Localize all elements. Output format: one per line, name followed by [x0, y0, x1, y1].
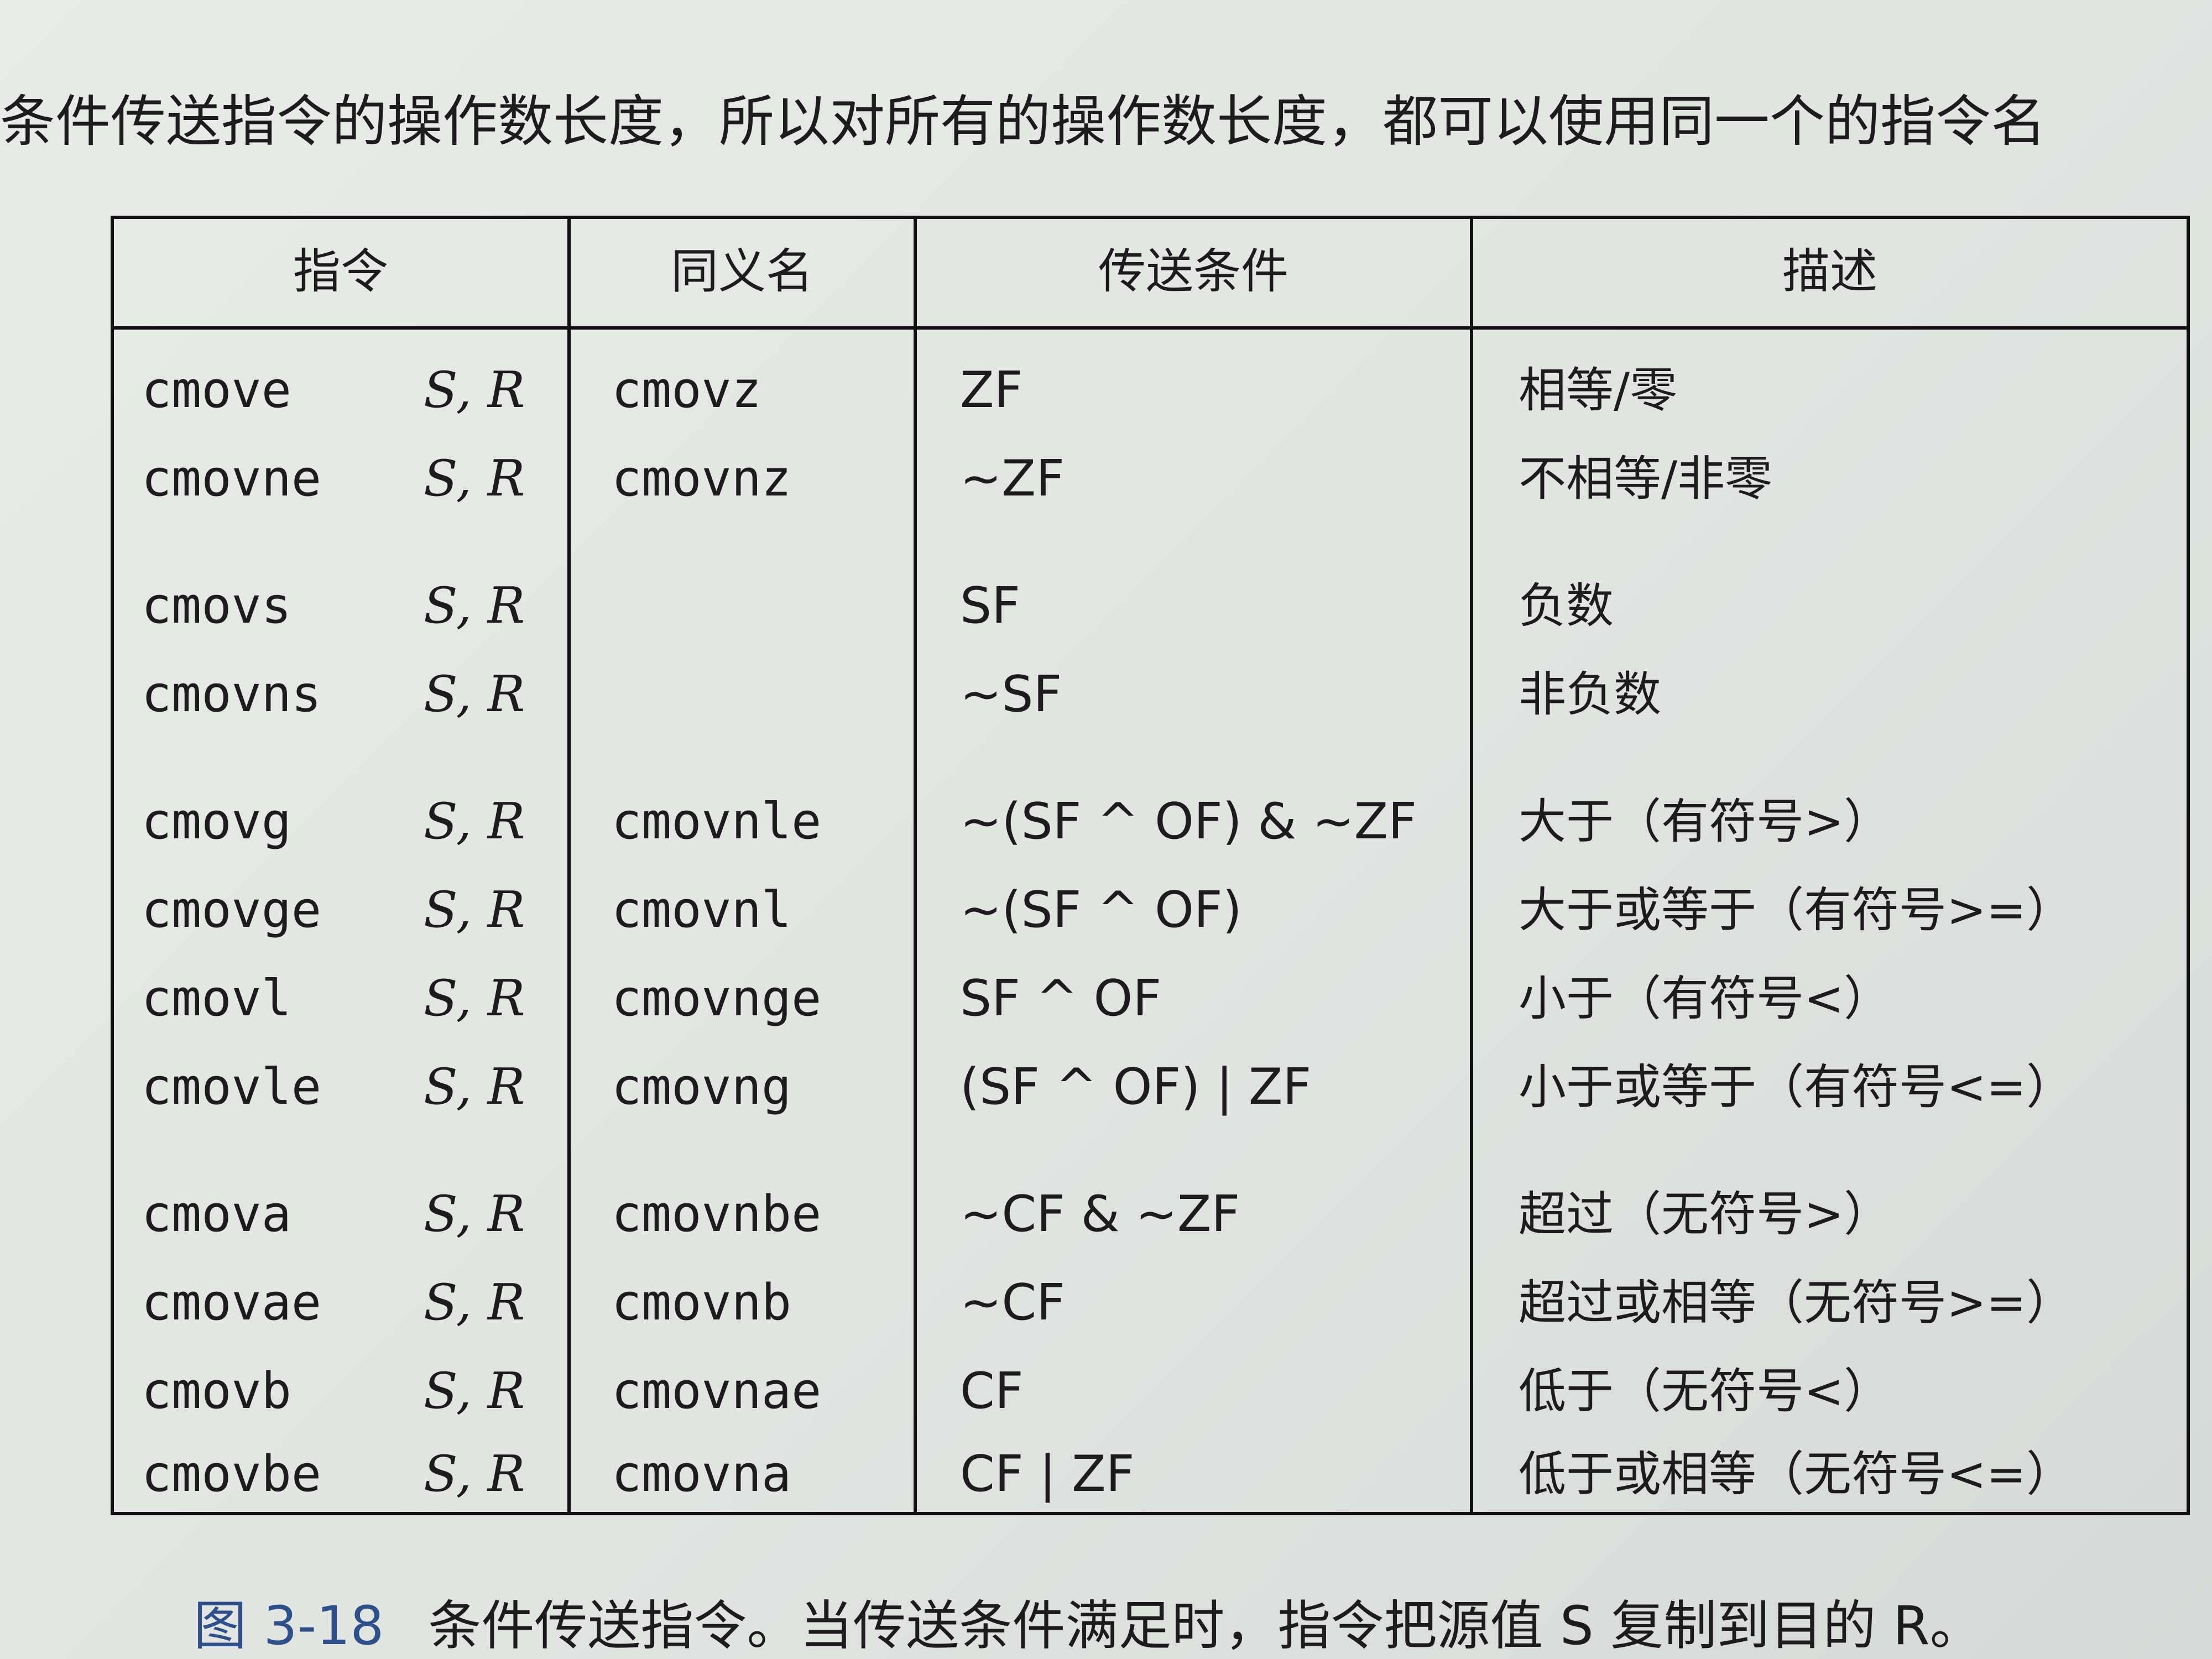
operands: S, R [424, 1058, 525, 1116]
table-row: cmovae S, R cmovnb ~CF 超过或相等（无符号>=） [114, 1259, 2187, 1347]
figure-caption: 图 3-18 条件传送指令。当传送条件满足时，指令把源值 S 复制到目的 R。 [194, 1593, 1983, 1659]
table-row: cmovb S, R cmovnae CF 低于（无符号<） [114, 1347, 2187, 1436]
description: 低于或相等（无符号<=） [1519, 1447, 2074, 1502]
operands: S, R [424, 665, 525, 723]
header-condition: 传送条件 [1098, 244, 1288, 299]
synonym: cmovnge [612, 969, 822, 1027]
instruction-name: cmovbe [142, 1445, 322, 1503]
table-row: cmovle S, R cmovng (SF ^ OF) | ZF 小于或等于（… [114, 1043, 2187, 1131]
figure-label: 图 3-18 [194, 1595, 384, 1657]
instruction-name: cmove [142, 361, 291, 419]
operands: S, R [424, 969, 525, 1027]
operands: S, R [424, 450, 525, 508]
synonym: cmovng [612, 1058, 792, 1116]
operands: S, R [424, 1362, 525, 1420]
move-condition: ~ZF [960, 450, 1065, 508]
description: 超过或相等（无符号>=） [1519, 1275, 2074, 1331]
caption-text: 条件传送指令。当传送条件满足时，指令把源值 S 复制到目的 R。 [428, 1595, 1983, 1657]
description: 超过（无符号>） [1519, 1187, 1892, 1242]
description: 小于（有符号<） [1519, 971, 1892, 1026]
instruction-name: cmova [142, 1185, 291, 1243]
instruction-name: cmovns [142, 665, 322, 723]
move-condition: SF ^ OF [960, 969, 1162, 1027]
table-row: cmove S, R cmovz ZF 相等/零 [114, 346, 2187, 435]
table-row: cmova S, R cmovnbe ~CF & ~ZF 超过（无符号>） [114, 1170, 2187, 1259]
synonym: cmovz [612, 361, 761, 419]
instruction-name: cmovle [142, 1058, 322, 1116]
move-condition: ~SF [960, 665, 1062, 723]
synonym: cmovna [612, 1445, 792, 1503]
synonym: cmovnz [612, 450, 792, 508]
cmov-instruction-table: 指令 同义名 传送条件 描述 cmove S, R cmovz ZF 相等/零 … [111, 216, 2190, 1515]
description: 相等/零 [1519, 363, 1677, 418]
description: 不相等/非零 [1519, 451, 1772, 507]
book-page: 条件传送指令的操作数长度，所以对所有的操作数长度，都可以使用同一个的指令名 指令… [0, 0, 2212, 1659]
operands: S, R [424, 1445, 525, 1503]
synonym: cmovnle [612, 792, 822, 851]
instruction-name: cmovge [142, 881, 322, 939]
table-row: cmovbe S, R cmovna CF | ZF 低于或相等（无符号<=） [114, 1430, 2187, 1519]
synonym: cmovnb [612, 1274, 792, 1332]
operands: S, R [424, 1185, 525, 1243]
instruction-name: cmovne [142, 450, 322, 508]
move-condition: ~(SF ^ OF) & ~ZF [960, 792, 1417, 851]
description: 小于或等于（有符号<=） [1519, 1060, 2074, 1115]
table-row: cmovs S, R SF 负数 [114, 562, 2187, 650]
header-description: 描述 [1782, 244, 1877, 299]
move-condition: ZF [960, 361, 1023, 419]
move-condition: ~CF & ~ZF [960, 1185, 1240, 1243]
instruction-name: cmovs [142, 577, 291, 635]
description: 非负数 [1519, 667, 1661, 722]
move-condition: CF [960, 1362, 1024, 1420]
instruction-name: cmovg [142, 792, 291, 851]
operands: S, R [424, 881, 525, 939]
move-condition: ~CF [960, 1274, 1066, 1332]
table-row: cmovl S, R cmovnge SF ^ OF 小于（有符号<） [114, 954, 2187, 1043]
move-condition: SF [960, 577, 1020, 635]
operands: S, R [424, 577, 525, 635]
move-condition: (SF ^ OF) | ZF [960, 1058, 1312, 1116]
synonym: cmovnae [612, 1362, 822, 1420]
header-instruction: 指令 [293, 244, 388, 299]
intro-paragraph: 条件传送指令的操作数长度，所以对所有的操作数长度，都可以使用同一个的指令名 [0, 89, 2046, 154]
operands: S, R [424, 361, 525, 419]
move-condition: CF | ZF [960, 1445, 1135, 1503]
table-row: cmovg S, R cmovnle ~(SF ^ OF) & ~ZF 大于（有… [114, 778, 2187, 866]
synonym: cmovnbe [612, 1185, 822, 1243]
operands: S, R [424, 1274, 525, 1332]
synonym: cmovnl [612, 881, 792, 939]
table-row: cmovns S, R ~SF 非负数 [114, 650, 2187, 739]
description: 负数 [1519, 578, 1614, 634]
instruction-name: cmovl [142, 969, 291, 1027]
table-row: cmovge S, R cmovnl ~(SF ^ OF) 大于或等于（有符号>… [114, 866, 2187, 954]
table-header-row: 指令 同义名 传送条件 描述 [114, 219, 2187, 330]
description: 低于（无符号<） [1519, 1364, 1892, 1419]
description: 大于或等于（有符号>=） [1519, 883, 2074, 938]
operands: S, R [424, 792, 525, 851]
instruction-name: cmovb [142, 1362, 291, 1420]
header-synonym: 同义名 [671, 244, 813, 299]
move-condition: ~(SF ^ OF) [960, 881, 1242, 939]
description: 大于（有符号>） [1519, 794, 1892, 849]
instruction-name: cmovae [142, 1274, 322, 1332]
table-row: cmovne S, R cmovnz ~ZF 不相等/非零 [114, 435, 2187, 523]
